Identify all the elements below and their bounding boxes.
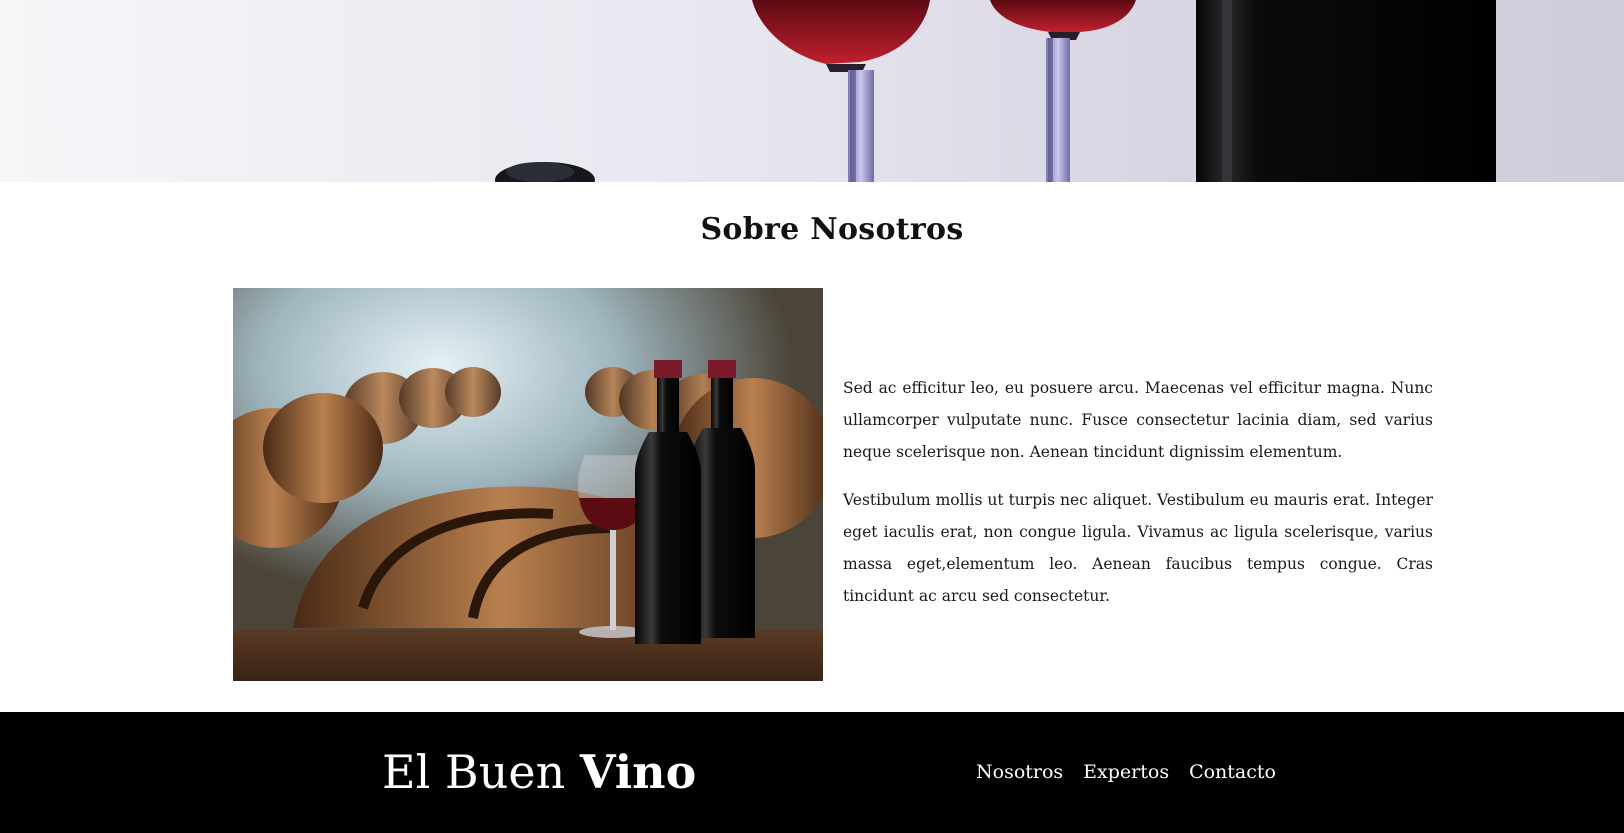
hero-image <box>0 0 1624 182</box>
about-text: Sed ac efficitur leo, eu posuere arcu. M… <box>843 372 1433 612</box>
nav-link-contacto[interactable]: Contacto <box>1189 758 1276 786</box>
hero-wine-photo <box>495 0 1496 182</box>
section-title: Sobre Nosotros <box>0 212 1624 247</box>
logo-bold-text: Vino <box>579 745 697 799</box>
about-image <box>233 288 823 681</box>
footer-nav: Nosotros Expertos Contacto <box>976 758 1276 786</box>
footer-logo[interactable]: El Buen Vino <box>382 744 696 800</box>
logo-light-text: El Buen <box>382 745 566 799</box>
section-title-text: Sobre Nosotros <box>700 212 964 247</box>
cellar-photo <box>233 288 823 681</box>
nav-link-nosotros[interactable]: Nosotros <box>976 758 1063 786</box>
about-paragraph-1: Sed ac efficitur leo, eu posuere arcu. M… <box>843 379 1433 461</box>
footer: El Buen Vino Nosotros Expertos Contacto <box>0 712 1624 833</box>
nav-link-expertos[interactable]: Expertos <box>1083 758 1169 786</box>
about-paragraph-2: Vestibulum mollis ut turpis nec aliquet.… <box>843 491 1433 605</box>
